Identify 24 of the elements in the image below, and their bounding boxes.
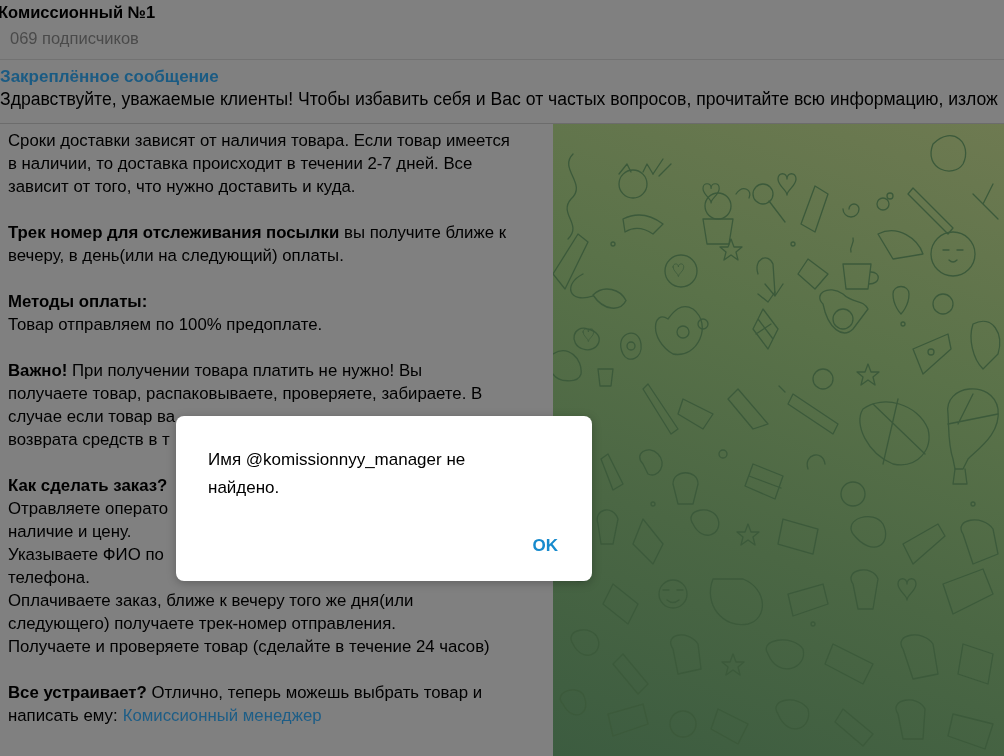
- message-text: Важно! При получении товара платить не нужно! Вы: [8, 361, 423, 380]
- message-text: получаете товар, распаковываете, проверяете, забираете. В: [8, 384, 483, 403]
- message-text: вечеру, в день(или на следующий) оплаты.: [8, 246, 344, 265]
- pinned-text: Здравствуйте, уважаемые клиенты! Чтобы избавить себя и Вас от частых вопросов, прочитайте всю информацию, излож: [0, 89, 998, 109]
- message-text: написать ему:: [8, 706, 118, 725]
- message-text: в наличии, то доставка происходит в течении 2-7 дней. Все: [8, 154, 473, 173]
- message-text: Оплачиваете заказ, ближе к вечеру того же дня(или: [8, 591, 414, 610]
- message-text: Трек номер для отслеживания посылки вы получите ближе к: [8, 223, 507, 242]
- message-heading: Методы оплаты:: [8, 292, 148, 311]
- message-text: телефона.: [8, 568, 90, 587]
- message-text: Получаете и проверяете товар (сделайте в течение 24 часов): [8, 637, 490, 656]
- message-text: Указываете ФИО по: [8, 545, 164, 564]
- message-text: Отравляете операто: [8, 499, 168, 518]
- message-text: зависит от того, что нужно доставить и куда.: [8, 177, 356, 196]
- message-text: Товар отправляем по 100% предоплате.: [8, 315, 323, 334]
- message-text: случае если товар ва: [8, 407, 176, 426]
- message-text: Все устраивает? Отлично, теперь можешь выбрать товар и: [8, 683, 483, 702]
- message-text: возврата средств в т: [8, 430, 170, 449]
- pinned-label: Закреплённое сообщение: [0, 67, 219, 87]
- message-text: Сроки доставки зависят от наличия товара. Если товар имеется: [8, 131, 510, 150]
- message-text: наличие и цену.: [8, 522, 132, 541]
- message-text: следующего) получаете трек-номер отправления.: [8, 614, 396, 633]
- dialog-message: Имя @komissionnyy_manager не найдено.: [208, 449, 467, 499]
- message-heading: Как сделать заказ?: [8, 476, 168, 495]
